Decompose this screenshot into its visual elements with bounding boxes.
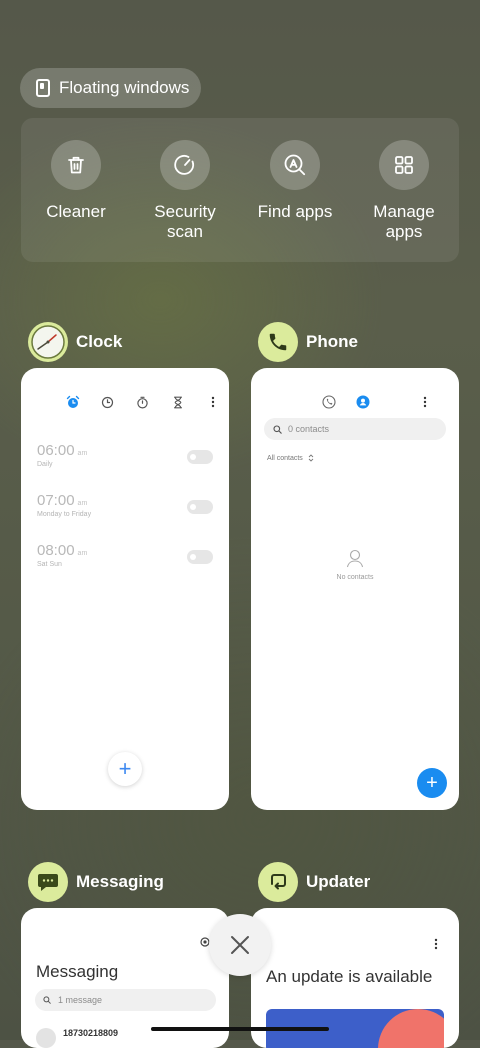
floating-window-icon	[36, 79, 50, 97]
trash-icon	[51, 140, 101, 190]
updater-more-icon[interactable]	[434, 938, 438, 950]
messaging-app-icon	[28, 862, 68, 902]
alarm-ampm: am	[77, 500, 88, 507]
person-icon	[346, 549, 364, 568]
phone-more-icon[interactable]	[380, 392, 459, 412]
alarm-ampm: am	[77, 450, 88, 457]
alarm-toggle[interactable]	[187, 450, 213, 464]
alarm-tab-icon[interactable]	[55, 392, 90, 412]
messages-search-input[interactable]: 1 message	[35, 989, 216, 1011]
clock-tab-bar	[55, 392, 229, 412]
alarm-toggle[interactable]	[187, 500, 213, 514]
recents-tab-icon[interactable]	[312, 392, 346, 412]
messaging-title: Messaging	[36, 962, 119, 981]
updater-app-icon	[258, 862, 298, 902]
speedometer-icon	[160, 140, 210, 190]
update-headline: An update is available	[266, 967, 433, 986]
phone-app-header[interactable]: Phone	[258, 322, 358, 362]
search-icon	[43, 996, 51, 1004]
grid-icon	[379, 140, 429, 190]
phone-app-icon	[258, 322, 298, 362]
contacts-filter[interactable]: All contacts	[267, 454, 314, 462]
phone-app-card[interactable]: 0 contacts All contacts No contacts +	[251, 368, 459, 810]
contacts-search-placeholder: 0 contacts	[288, 424, 330, 434]
alarm-toggle[interactable]	[187, 550, 213, 564]
cleaner-label: Cleaner	[46, 202, 106, 221]
search-apps-icon	[270, 140, 320, 190]
close-icon	[231, 936, 249, 954]
clock-app-name: Clock	[76, 332, 123, 351]
alarm-time: 08:00	[37, 542, 75, 559]
find-apps-button[interactable]: Find apps	[240, 140, 350, 222]
manage-apps-label: Manage apps	[373, 202, 435, 241]
avatar	[36, 1028, 56, 1048]
phone-app-name: Phone	[306, 332, 358, 351]
add-contact-button[interactable]: +	[417, 768, 447, 798]
clock-app-header[interactable]: Clock	[28, 322, 122, 362]
search-icon	[273, 424, 282, 434]
stopwatch-tab-icon[interactable]	[125, 392, 160, 412]
contacts-search-input[interactable]: 0 contacts	[264, 418, 446, 440]
alarm-time: 07:00	[37, 492, 75, 509]
clock-more-icon[interactable]	[195, 392, 229, 412]
home-indicator[interactable]	[151, 1027, 329, 1031]
clock-app-card[interactable]: 06:00 am Daily 07:00 am Monday to Friday 0…	[21, 368, 229, 810]
messaging-app-header[interactable]: Messaging	[28, 862, 164, 902]
security-scan-button[interactable]: Security scan	[130, 140, 240, 242]
empty-contacts: No contacts	[251, 548, 459, 581]
sort-icon	[308, 454, 314, 462]
phone-tab-bar	[312, 392, 459, 412]
quick-tools-panel: Cleaner Security scan Find apps Manage a…	[21, 118, 459, 262]
messages-search-placeholder: 1 message	[58, 995, 103, 1005]
find-apps-label: Find apps	[257, 202, 333, 221]
no-contacts-label: No contacts	[336, 574, 374, 581]
alarm-ampm: am	[77, 550, 88, 557]
timer-tab-icon[interactable]	[160, 392, 195, 412]
updater-app-name: Updater	[306, 872, 371, 891]
clock-app-icon	[28, 322, 68, 362]
floating-windows-label: Floating windows	[59, 78, 190, 97]
manage-apps-button[interactable]: Manage apps	[349, 140, 459, 242]
messaging-app-name: Messaging	[76, 872, 164, 891]
floating-windows-button[interactable]: Floating windows	[20, 68, 201, 108]
alarm-time: 06:00	[37, 442, 75, 459]
clear-all-button[interactable]	[209, 914, 271, 976]
world-clock-tab-icon[interactable]	[90, 392, 125, 412]
conversation-sender[interactable]: 18730218809	[63, 1028, 118, 1038]
add-alarm-button[interactable]: +	[108, 752, 142, 786]
updater-app-header[interactable]: Updater	[258, 862, 370, 902]
contacts-tab-icon[interactable]	[346, 392, 380, 412]
cleaner-button[interactable]: Cleaner	[21, 140, 131, 222]
security-scan-label: Security scan	[154, 202, 216, 241]
contacts-filter-label: All contacts	[267, 454, 303, 462]
